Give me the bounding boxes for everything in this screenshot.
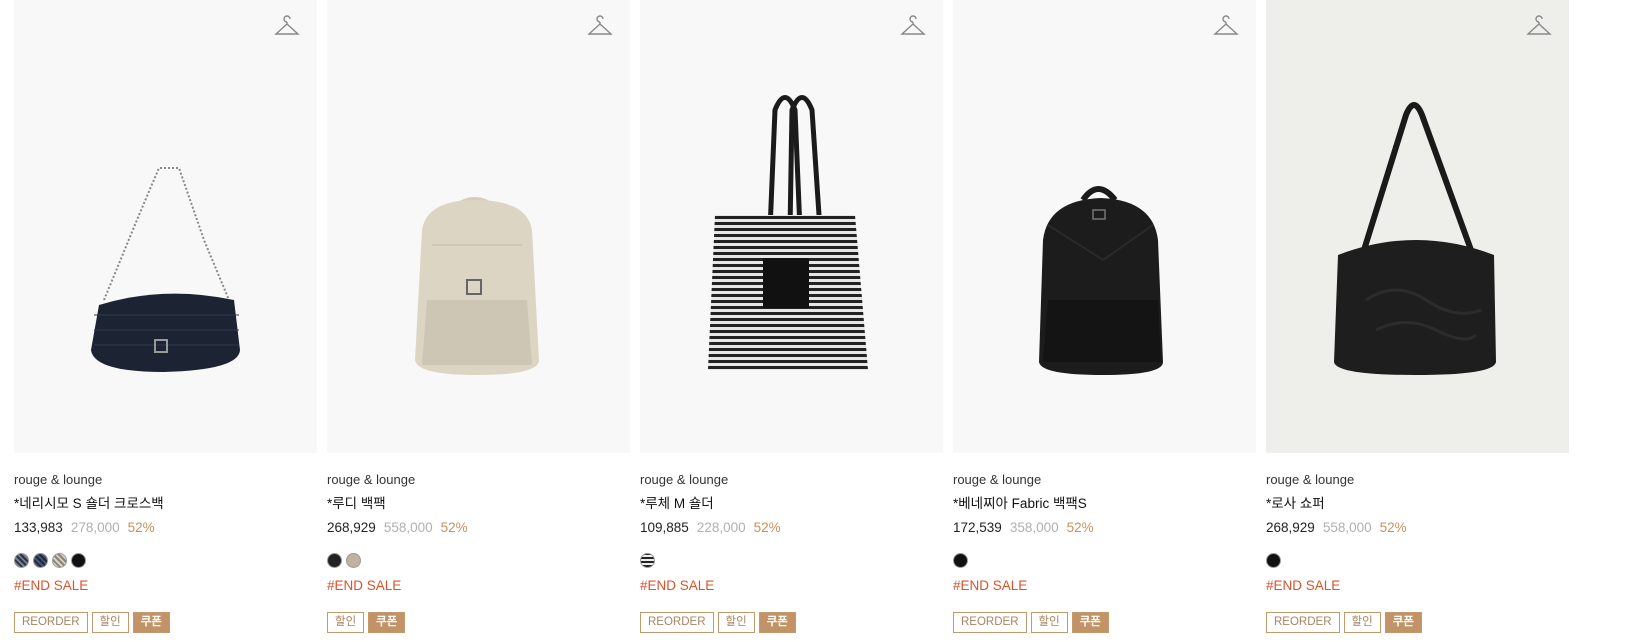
sale-price: 109,885: [640, 520, 689, 535]
reorder-badge: REORDER: [640, 612, 714, 633]
black-backpack-image: [1039, 186, 1163, 375]
reorder-badge: REORDER: [953, 612, 1027, 633]
coupon-badge: 쿠폰: [368, 612, 406, 633]
reorder-badge: REORDER: [14, 612, 88, 633]
product-image[interactable]: [327, 0, 630, 453]
color-swatch[interactable]: [346, 553, 361, 568]
brand-name: rouge & lounge: [640, 472, 729, 487]
discount-badge: 할인: [327, 612, 365, 633]
sale-price: 133,983: [14, 520, 63, 535]
reorder-badge: REORDER: [1266, 612, 1340, 633]
product-card[interactable]: rouge & lounge *로사 쇼퍼 268,929 558,000 52% …: [1266, 0, 1569, 633]
price-row: 268,929 558,000 52%: [327, 519, 630, 537]
color-swatch[interactable]: [953, 553, 968, 568]
product-image[interactable]: [640, 0, 943, 453]
badge-row: REORDER 할인 쿠폰: [1266, 612, 1569, 633]
sale-price: 268,929: [327, 520, 376, 535]
discount-rate: 52%: [1066, 520, 1094, 535]
badge-row: REORDER 할인 쿠폰: [14, 612, 317, 633]
price-row: 109,885 228,000 52%: [640, 519, 943, 537]
original-price: 278,000: [70, 520, 120, 535]
product-image[interactable]: [14, 0, 317, 453]
product-name[interactable]: *네리시모 S 숄더 크로스백: [14, 495, 317, 513]
coupon-badge: 쿠폰: [758, 612, 796, 633]
badge-row: REORDER 할인 쿠폰: [953, 612, 1256, 633]
product-card[interactable]: rouge & lounge *루체 M 숄더 109,885 228,000 52…: [640, 0, 943, 633]
color-swatch[interactable]: [640, 553, 655, 568]
color-swatches: [640, 553, 943, 571]
sale-price: 268,929: [1266, 520, 1315, 535]
brand-name: rouge & lounge: [953, 472, 1042, 487]
sale-tag[interactable]: #END SALE: [953, 577, 1256, 595]
color-swatches: [953, 553, 1256, 571]
product-card[interactable]: rouge & lounge *베네찌아 Fabric 백팩S 172,539 3…: [953, 0, 1256, 633]
discount-rate: 52%: [753, 520, 781, 535]
color-swatch[interactable]: [52, 553, 67, 568]
color-swatch[interactable]: [14, 553, 29, 568]
product-name[interactable]: *루디 백팩: [327, 495, 630, 513]
price-row: 268,929 558,000 52%: [1266, 519, 1569, 537]
product-name[interactable]: *루체 M 숄더: [640, 495, 943, 513]
coupon-badge: 쿠폰: [132, 612, 170, 633]
sale-price: 172,539: [953, 520, 1002, 535]
brand-name: rouge & lounge: [14, 472, 103, 487]
color-swatch[interactable]: [33, 553, 48, 568]
product-card[interactable]: rouge & lounge *루디 백팩 268,929 558,000 52% …: [327, 0, 630, 633]
badge-row: 할인 쿠폰: [327, 612, 630, 633]
tote-bag-image: [708, 95, 868, 370]
shopper-bag-image: [1334, 102, 1496, 375]
color-swatches: [1266, 553, 1569, 571]
coupon-badge: 쿠폰: [1384, 612, 1422, 633]
sale-tag[interactable]: #END SALE: [640, 577, 943, 595]
discount-rate: 52%: [1379, 520, 1407, 535]
discount-badge: 할인: [1343, 612, 1381, 633]
original-price: 228,000: [696, 520, 746, 535]
coupon-badge: 쿠폰: [1071, 612, 1109, 633]
color-swatch[interactable]: [71, 553, 86, 568]
color-swatch[interactable]: [327, 553, 342, 568]
discount-rate: 52%: [440, 520, 468, 535]
product-card[interactable]: rouge & lounge *네리시모 S 숄더 크로스백 133,983 27…: [14, 0, 317, 633]
brand-name: rouge & lounge: [1266, 472, 1355, 487]
discount-badge: 할인: [91, 612, 129, 633]
color-swatches: [327, 553, 630, 571]
crossbody-bag-image: [91, 167, 240, 372]
brand-name: rouge & lounge: [327, 472, 416, 487]
color-swatches: [14, 553, 317, 571]
color-swatch[interactable]: [1266, 553, 1281, 568]
product-image[interactable]: [953, 0, 1256, 453]
sale-tag[interactable]: #END SALE: [1266, 577, 1569, 595]
product-image[interactable]: [1266, 0, 1569, 453]
product-name[interactable]: *베네찌아 Fabric 백팩S: [953, 495, 1256, 513]
original-price: 558,000: [1322, 520, 1372, 535]
discount-badge: 할인: [717, 612, 755, 633]
backpack-image: [415, 197, 539, 375]
discount-badge: 할인: [1030, 612, 1068, 633]
original-price: 558,000: [383, 520, 433, 535]
product-name[interactable]: *로사 쇼퍼: [1266, 495, 1569, 513]
sale-tag[interactable]: #END SALE: [14, 577, 317, 595]
original-price: 358,000: [1009, 520, 1059, 535]
discount-rate: 52%: [127, 520, 155, 535]
badge-row: REORDER 할인 쿠폰: [640, 612, 943, 633]
price-row: 172,539 358,000 52%: [953, 519, 1256, 537]
sale-tag[interactable]: #END SALE: [327, 577, 630, 595]
price-row: 133,983 278,000 52%: [14, 519, 317, 537]
